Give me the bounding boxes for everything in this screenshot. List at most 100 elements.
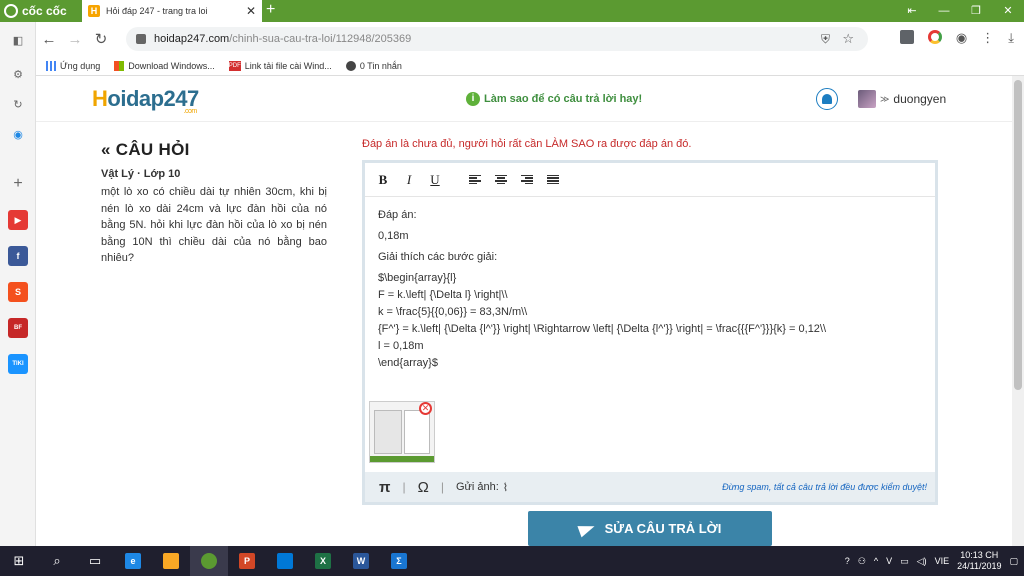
info-icon: i xyxy=(466,92,480,106)
clock[interactable]: 10:13 CH 24/11/2019 xyxy=(957,550,1001,572)
edge-browser-icon[interactable]: e xyxy=(114,546,152,576)
submit-label: SỬA CÂU TRẢ LỜI xyxy=(604,521,722,536)
chevron-down-icon: ≫ xyxy=(880,93,890,104)
logo-initial: H xyxy=(92,86,108,111)
align-justify-icon[interactable] xyxy=(547,174,563,185)
new-tab-button[interactable]: + xyxy=(266,1,275,19)
logo-suffix: .com xyxy=(183,108,198,115)
editor-toolbar: B I U xyxy=(365,163,935,197)
editor-content[interactable]: Đáp án: 0,18m Giải thích các bước giải: … xyxy=(378,207,926,372)
black-friday-icon[interactable]: BF xyxy=(8,318,28,338)
remove-image-icon[interactable]: ✕ xyxy=(419,402,432,415)
youtube-icon[interactable]: ▶ xyxy=(8,210,28,230)
tiki-icon[interactable]: TIKI xyxy=(8,354,28,374)
profile-icon[interactable]: ◉ xyxy=(956,30,967,46)
sidebar-toggle-icon[interactable]: ◧ xyxy=(8,30,28,50)
tab-search-icon[interactable]: ⇤ xyxy=(896,0,928,22)
browser-sidebar: ◧ ⚙ ↻ ◉ + ▶ f S BF TIKI xyxy=(0,22,36,546)
symbol-omega-icon[interactable]: Ω xyxy=(418,479,429,496)
answer-line: l = 0,18m xyxy=(378,340,424,352)
history-icon[interactable]: ↻ xyxy=(8,94,28,114)
people-icon[interactable]: ⚇ xyxy=(858,556,866,567)
answer-line: $\begin{array}{l} xyxy=(378,272,457,284)
upload-image-label[interactable]: Gửi ảnh: xyxy=(456,481,499,493)
forward-arrow-icon[interactable]: → xyxy=(62,31,88,48)
spam-notice: Đừng spam, tất cả câu trả lời đều được k… xyxy=(722,482,927,492)
facebook-icon[interactable]: f xyxy=(8,246,28,266)
restore-icon[interactable]: ❐ xyxy=(960,0,992,22)
coccoc-extension-icon[interactable] xyxy=(927,30,942,44)
underline-button[interactable]: U xyxy=(427,172,443,188)
store-icon[interactable] xyxy=(266,546,304,576)
shopee-icon[interactable]: S xyxy=(8,282,28,302)
download-icon[interactable]: ⤓ xyxy=(1008,30,1014,46)
sigma-app-icon[interactable]: Σ xyxy=(380,546,418,576)
coccoc-taskbar-icon[interactable] xyxy=(190,546,228,576)
file-explorer-icon[interactable] xyxy=(152,546,190,576)
clock-time: 10:13 CH xyxy=(960,550,999,560)
word-icon[interactable]: W xyxy=(342,546,380,576)
help-icon[interactable]: ? xyxy=(845,556,850,566)
align-left-icon[interactable] xyxy=(469,174,485,185)
bookmark-download-windows[interactable]: Download Windows... xyxy=(114,60,215,71)
answer-editor: B I U Đáp án: 0,18m Giải thích các bước … xyxy=(362,160,938,505)
task-view-icon[interactable]: ▭ xyxy=(76,546,114,576)
add-sidebar-item-icon[interactable]: + xyxy=(8,174,28,194)
align-right-icon[interactable] xyxy=(521,174,537,185)
notifications-icon[interactable]: ▢ xyxy=(1009,556,1018,567)
more-menu-icon[interactable]: ⋮ xyxy=(981,30,994,46)
answer-tip-link[interactable]: i Làm sao để có câu trả lời hay! xyxy=(466,92,642,106)
windows-start-icon[interactable]: ⊞ xyxy=(0,546,38,576)
site-logo[interactable]: Hoidap247 .com xyxy=(92,86,199,115)
settings-gear-icon[interactable]: ⚙ xyxy=(8,64,28,84)
bookmark-apps[interactable]: Ứng dụng xyxy=(46,60,100,71)
search-icon[interactable]: ⌕ xyxy=(38,546,76,576)
address-bar[interactable]: hoidap247.com /chinh-sua-cau-tra-loi/112… xyxy=(126,27,868,51)
bookmark-label: Download Windows... xyxy=(128,60,215,71)
coccoc-menu-button[interactable]: cốc cốc xyxy=(0,0,80,22)
edit-answer-submit-button[interactable]: SỬA CÂU TRẢ LỜI xyxy=(528,511,772,546)
user-menu[interactable]: ≫ duongyen xyxy=(858,90,946,108)
unikey-icon[interactable]: V xyxy=(886,556,892,566)
math-pi-icon[interactable]: π xyxy=(379,479,390,496)
tip-label: Làm sao để có câu trả lời hay! xyxy=(484,93,643,105)
url-host: hoidap247.com xyxy=(154,33,230,45)
windows-taskbar: ⊞ ⌕ ▭ e P X W Σ ? ⚇ ^ V ▭ ◁) VIE 10:13 C… xyxy=(0,546,1024,576)
toolbar-extensions: ◉ ⋮ ⤓ xyxy=(899,30,1014,46)
chevron-up-icon[interactable]: ^ xyxy=(874,556,878,566)
close-window-icon[interactable]: ✕ xyxy=(992,0,1024,22)
page-scrollbar[interactable] xyxy=(1012,76,1024,546)
messenger-icon[interactable]: ◉ xyxy=(8,124,28,144)
shield-icon[interactable]: ⛨ xyxy=(821,32,830,47)
paperclip-icon[interactable]: ⌇ xyxy=(503,481,508,494)
lock-icon xyxy=(136,34,146,44)
align-center-icon[interactable] xyxy=(495,174,511,185)
question-heading: « CÂU HỎI xyxy=(101,140,190,159)
browser-tab[interactable]: H Hỏi đáp 247 - trang tra loi ✕ xyxy=(82,0,262,22)
back-arrow-icon[interactable]: ← xyxy=(36,31,62,48)
bookmark-link-file[interactable]: PDF Link tải file cài Wind... xyxy=(228,60,332,71)
volume-icon[interactable]: ◁) xyxy=(917,556,927,567)
apps-grid-icon xyxy=(46,60,56,71)
italic-button[interactable]: I xyxy=(401,172,417,188)
close-tab-icon[interactable]: ✕ xyxy=(246,4,256,18)
bookmark-messages[interactable]: 0 Tin nhắn xyxy=(345,60,402,71)
browser-toolbar: ← → ↻ hoidap247.com /chinh-sua-cau-tra-l… xyxy=(36,22,1024,56)
pdf-icon: PDF xyxy=(228,60,241,71)
excel-icon[interactable]: X xyxy=(304,546,342,576)
language-indicator[interactable]: VIE xyxy=(935,556,950,566)
send-plane-icon xyxy=(577,520,597,537)
globe-icon xyxy=(345,60,356,71)
url-path: /chinh-sua-cau-tra-loi/112948/205369 xyxy=(229,33,412,45)
powerpoint-icon[interactable]: P xyxy=(228,546,266,576)
download-manager-icon[interactable] xyxy=(899,30,914,44)
answer-line: Đáp án: xyxy=(378,209,417,221)
minimize-icon[interactable]: — xyxy=(928,0,960,22)
coccoc-logo-icon xyxy=(4,4,18,18)
bold-button[interactable]: B xyxy=(375,172,391,188)
bookmark-star-icon[interactable]: ☆ xyxy=(842,31,854,47)
windows-icon xyxy=(114,60,125,71)
network-icon[interactable]: ▭ xyxy=(900,556,909,567)
notification-bell-icon[interactable] xyxy=(816,88,838,110)
reload-icon[interactable]: ↻ xyxy=(88,30,114,48)
